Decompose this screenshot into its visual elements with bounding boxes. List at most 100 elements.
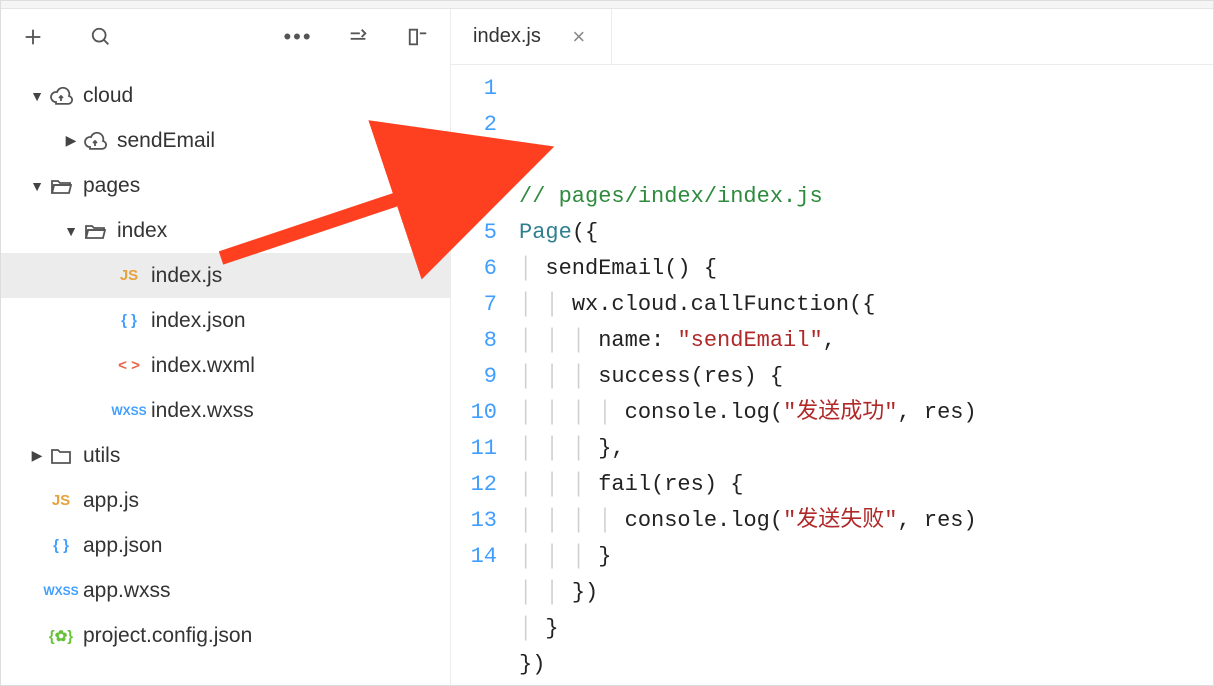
token-plain: console.log( (625, 508, 783, 533)
code-line[interactable]: │ │ wx.cloud.callFunction({ (519, 287, 977, 323)
code-line[interactable]: │ │ │ success(res) { (519, 359, 977, 395)
folder-icon (45, 444, 77, 468)
code-line[interactable]: │ } (519, 611, 977, 647)
file-tree: ▼cloud ▶ sendEmail Node.js ▼ pages ▼ index JSind… (1, 65, 450, 685)
token-plain: console.log( (625, 400, 783, 425)
code-line[interactable]: │ │ │ }, (519, 431, 977, 467)
tree-item-label: pages (83, 174, 140, 198)
token-plain: ({ (572, 220, 598, 245)
tree-item-index-js[interactable]: JSindex.js (1, 253, 450, 298)
split-editor-icon[interactable] (404, 23, 432, 51)
tree-item-label: app.json (83, 534, 162, 558)
code-content[interactable]: // pages/index/index.jsPage({│ sendEmail… (511, 65, 977, 685)
explorer-toolbar: ••• (1, 9, 450, 65)
code-line[interactable]: // pages/index/index.js (519, 179, 977, 215)
code-editor[interactable]: 1234567891011121314 // pages/index/index… (451, 65, 1213, 685)
cloud-icon (45, 84, 77, 108)
editor-tabs: index.js × (451, 9, 1213, 65)
code-line[interactable]: │ │ │ │ console.log("发送成功", res) (519, 395, 977, 431)
chevron-down-icon[interactable]: ▼ (29, 88, 45, 104)
search-icon[interactable] (87, 23, 115, 51)
code-line[interactable]: │ │ │ name: "sendEmail", (519, 323, 977, 359)
tree-item-app-json[interactable]: { } app.json (1, 523, 450, 568)
token-plain: , res) (897, 508, 976, 533)
tree-item-project-config-json[interactable]: {✿} project.config.json (1, 613, 450, 658)
line-number: 11 (451, 431, 497, 467)
line-number: 3 (451, 143, 497, 179)
wxss-icon: WXSS (113, 404, 145, 418)
line-number: 9 (451, 359, 497, 395)
code-line[interactable]: │ │ │ } (519, 539, 977, 575)
token-string: "发送成功" (783, 400, 897, 425)
folder-open-icon (45, 174, 77, 198)
token-plain: }, (598, 436, 624, 461)
line-number: 14 (451, 539, 497, 575)
chevron-down-icon[interactable]: ▼ (63, 223, 79, 239)
token-plain: , res) (897, 400, 976, 425)
editor-pane: index.js × 1234567891011121314 // pages/… (451, 9, 1213, 685)
tree-item-label: index.json (151, 309, 246, 333)
json-icon: { } (113, 312, 145, 329)
line-number: 1 (451, 71, 497, 107)
line-number: 7 (451, 287, 497, 323)
add-icon[interactable] (19, 23, 47, 51)
line-number: 4 (451, 179, 497, 215)
token-plain: wx.cloud.callFunction({ (572, 292, 876, 317)
tree-item-index-wxml[interactable]: < > index.wxml (1, 343, 450, 388)
tree-item-label: utils (83, 444, 120, 468)
code-line[interactable]: │ sendEmail() { (519, 251, 977, 287)
token-plain: } (545, 616, 558, 641)
collapse-all-icon[interactable] (344, 23, 372, 51)
token-plain: , (823, 328, 836, 353)
token-plain: success(res) { (598, 364, 783, 389)
line-number-gutter: 1234567891011121314 (451, 65, 511, 685)
tree-item-index-wxss[interactable]: WXSS index.wxss (1, 388, 450, 433)
token-plain: name: (598, 328, 677, 353)
token-plain: }) (519, 652, 545, 677)
nodejs-badge: Node.js (395, 134, 438, 148)
tree-item-app-js[interactable]: JSapp.js (1, 478, 450, 523)
code-line[interactable]: │ │ │ fail(res) { (519, 467, 977, 503)
line-number: 13 (451, 503, 497, 539)
tree-item-label: index (117, 219, 167, 243)
tree-item-label: index.wxml (151, 354, 255, 378)
wxml-icon: < > (113, 357, 145, 374)
tree-item-index-json[interactable]: { } index.json (1, 298, 450, 343)
tree-item-app-wxss[interactable]: WXSSapp.wxss (1, 568, 450, 613)
tree-item-sendEmail[interactable]: ▶ sendEmail Node.js (1, 118, 450, 163)
line-number: 12 (451, 467, 497, 503)
tree-item-label: project.config.json (83, 624, 252, 648)
folder-open-icon (79, 219, 111, 243)
tree-item-label: index.wxss (151, 399, 254, 423)
tree-item-cloud[interactable]: ▼cloud (1, 73, 450, 118)
window-topbar (1, 1, 1213, 9)
tab-index-js[interactable]: index.js × (451, 9, 612, 64)
tree-item-index[interactable]: ▼ index (1, 208, 450, 253)
line-number: 5 (451, 215, 497, 251)
tab-title: index.js (473, 25, 541, 48)
tree-item-utils[interactable]: ▶ utils (1, 433, 450, 478)
json-icon: { } (45, 537, 77, 554)
tree-item-pages[interactable]: ▼ pages (1, 163, 450, 208)
code-line[interactable]: }) (519, 647, 977, 683)
token-string: "发送失败" (783, 508, 897, 533)
token-plain: sendEmail() { (545, 256, 717, 281)
tree-item-label: index.js (151, 264, 222, 288)
file-explorer: ••• ▼cloud ▶ sendEmail Node.js ▼ pages ▼ index J… (1, 9, 451, 685)
chevron-right-icon[interactable]: ▶ (29, 447, 45, 464)
token-plain: } (598, 544, 611, 569)
wxss-icon: WXSS (45, 584, 77, 598)
line-number: 2 (451, 107, 497, 143)
code-line[interactable]: │ │ }) (519, 575, 977, 611)
tree-item-label: sendEmail (117, 129, 215, 153)
more-icon[interactable]: ••• (284, 23, 312, 51)
token-string: "sendEmail" (677, 328, 822, 353)
chevron-right-icon[interactable]: ▶ (63, 132, 79, 149)
proj-icon: {✿} (45, 627, 77, 645)
chevron-down-icon[interactable]: ▼ (29, 178, 45, 194)
token-plain: fail(res) { (598, 472, 743, 497)
code-line[interactable]: Page({ (519, 215, 977, 251)
code-line[interactable]: │ │ │ │ console.log("发送失败", res) (519, 503, 977, 539)
tree-item-label: app.js (83, 489, 139, 513)
close-icon[interactable]: × (569, 27, 589, 47)
